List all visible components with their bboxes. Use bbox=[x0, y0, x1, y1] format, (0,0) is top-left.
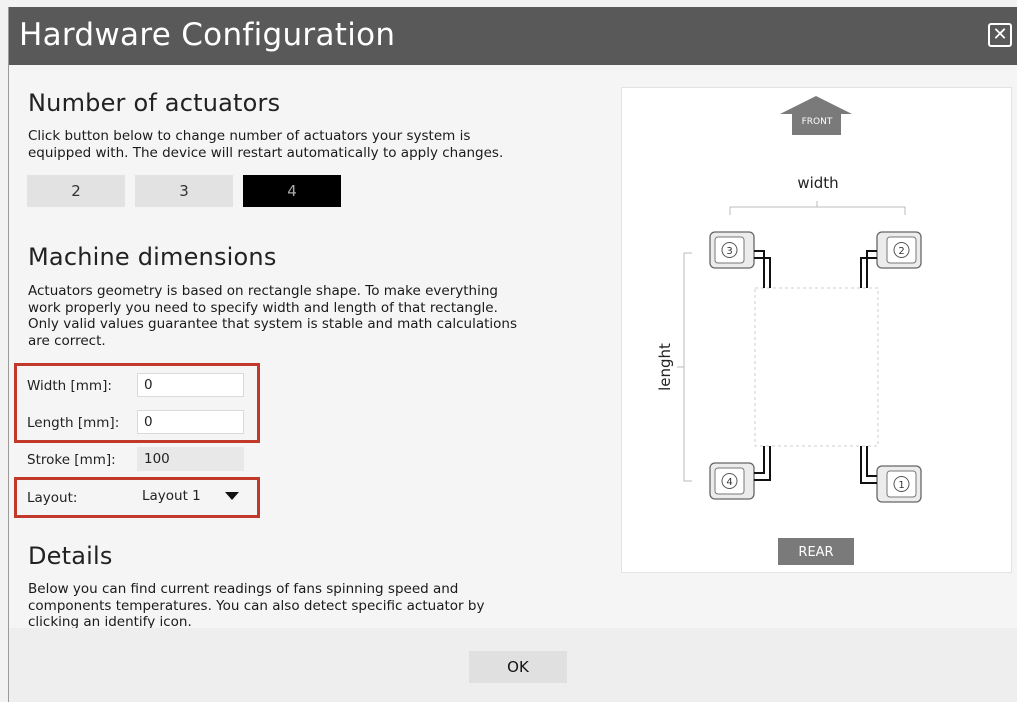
actuators-description: Click button below to change number of a… bbox=[28, 128, 503, 161]
chevron-down-icon bbox=[225, 492, 239, 500]
actuators-heading: Number of actuators bbox=[28, 89, 281, 117]
actuator-2: 2 bbox=[860, 231, 922, 288]
width-dimension-label: width bbox=[797, 174, 838, 192]
close-button[interactable]: ✕ bbox=[988, 23, 1012, 47]
rear-label-box: REAR bbox=[778, 538, 854, 565]
actuator-1-number: 1 bbox=[898, 480, 904, 491]
machine-rectangle bbox=[754, 287, 879, 447]
length-dimension-line bbox=[683, 252, 692, 482]
actuators-description-line: Click button below to change number of a… bbox=[28, 128, 471, 144]
front-label: FRONT bbox=[802, 117, 833, 127]
details-description-line: Below you can find current readings of f… bbox=[28, 581, 459, 597]
actuator-3-number: 3 bbox=[726, 246, 732, 257]
dimensions-description-line: work properly you need to specify width … bbox=[28, 299, 498, 316]
width-input[interactable]: 0 bbox=[137, 373, 244, 397]
ok-button[interactable]: OK bbox=[469, 651, 567, 683]
actuator-2-number: 2 bbox=[898, 246, 904, 257]
layout-select[interactable]: Layout 1 bbox=[137, 484, 249, 508]
stroke-label: Stroke [mm]: bbox=[27, 452, 116, 468]
layout-diagram-svg: FRONT width lenght 3 2 4 1 REAR bbox=[656, 96, 922, 565]
rear-label: REAR bbox=[798, 545, 833, 560]
actuators-4-button[interactable]: 4 bbox=[243, 175, 341, 207]
length-dimension-label: lenght bbox=[656, 343, 674, 391]
actuator-1: 1 bbox=[860, 446, 922, 503]
details-description-line: clicking an identify icon. bbox=[28, 614, 192, 628]
actuator-3: 3 bbox=[709, 231, 771, 288]
actuators-description-line: equipped with. The device will restart a… bbox=[28, 144, 504, 161]
length-label: Length [mm]: bbox=[27, 415, 120, 431]
stroke-value: 100 bbox=[137, 447, 244, 471]
details-description: Below you can find current readings of f… bbox=[28, 581, 484, 628]
actuator-4-number: 4 bbox=[726, 477, 732, 488]
dialog-content: Number of actuators Click button below t… bbox=[9, 65, 1017, 628]
layout-select-value: Layout 1 bbox=[142, 488, 201, 504]
actuators-2-button[interactable]: 2 bbox=[27, 175, 125, 207]
details-heading: Details bbox=[28, 542, 113, 570]
dimensions-description: Actuators geometry is based on rectangle… bbox=[28, 283, 517, 349]
length-input[interactable]: 0 bbox=[137, 410, 244, 434]
title-bar: Hardware Configuration ✕ bbox=[9, 7, 1017, 65]
close-icon: ✕ bbox=[992, 24, 1008, 45]
actuators-3-button[interactable]: 3 bbox=[135, 175, 233, 207]
dimensions-description-line: Only valid values guarantee that system … bbox=[28, 316, 517, 332]
dialog-title: Hardware Configuration bbox=[19, 17, 396, 53]
actuator-4: 4 bbox=[709, 446, 771, 500]
dimensions-heading: Machine dimensions bbox=[28, 243, 277, 271]
dimensions-description-line: are correct. bbox=[28, 332, 106, 349]
hardware-configuration-dialog: Hardware Configuration ✕ Number of actua… bbox=[8, 7, 1017, 702]
dimensions-description-line: Actuators geometry is based on rectangle… bbox=[28, 283, 498, 299]
width-label: Width [mm]: bbox=[27, 378, 112, 394]
actuator-layout-diagram: FRONT width lenght 3 2 4 1 REAR bbox=[621, 87, 1012, 573]
layout-label: Layout: bbox=[27, 490, 78, 506]
front-arrow: FRONT bbox=[780, 96, 852, 135]
width-dimension-line bbox=[729, 206, 906, 215]
dialog-footer: OK bbox=[9, 628, 1017, 702]
details-description-line: components temperatures. You can also de… bbox=[28, 597, 485, 614]
